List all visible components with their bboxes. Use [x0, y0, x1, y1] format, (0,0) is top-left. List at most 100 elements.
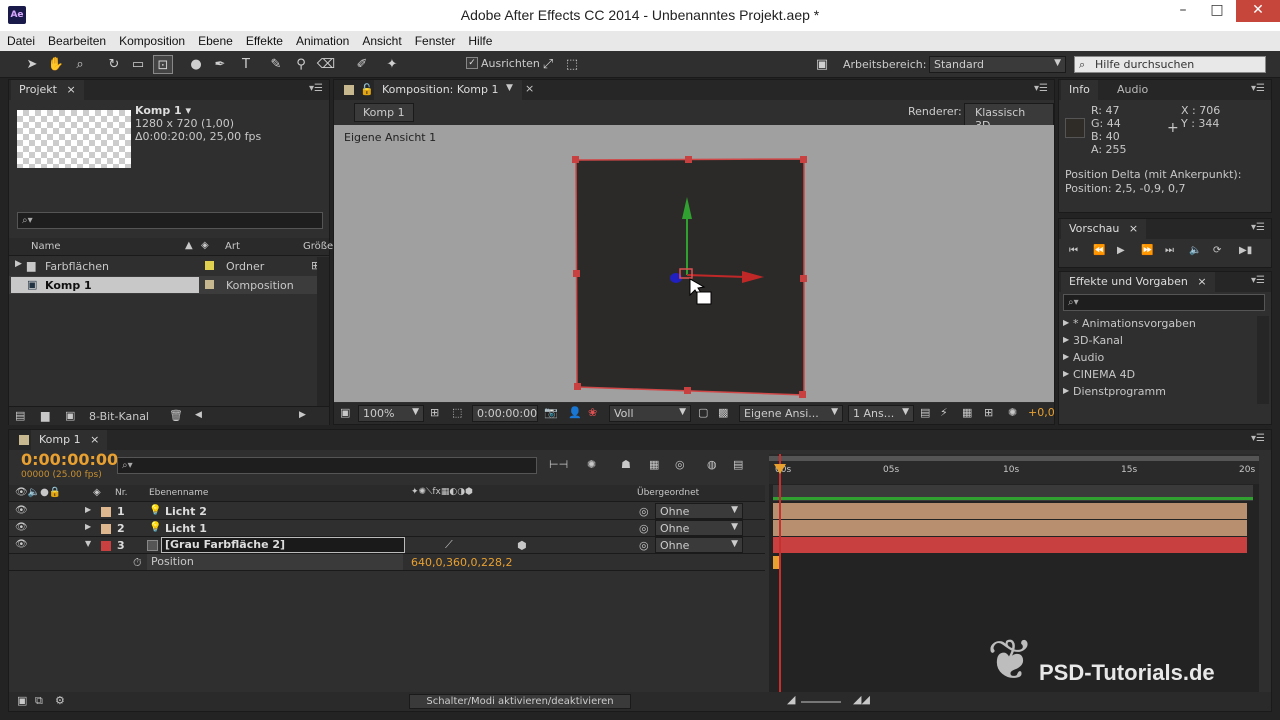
- region-icon[interactable]: ⊞: [430, 406, 439, 419]
- interpret-footage-icon[interactable]: ▤: [15, 409, 25, 422]
- tab-info[interactable]: Info: [1061, 80, 1098, 100]
- close-icon[interactable]: ×: [525, 82, 534, 95]
- expand-icon[interactable]: ▶: [15, 259, 22, 269]
- panel-menu-icon[interactable]: ▾☰: [1251, 222, 1265, 233]
- snap-option2-icon[interactable]: ⬚: [562, 55, 582, 74]
- tab-audio[interactable]: Audio: [1109, 80, 1156, 100]
- layer-label-color[interactable]: [101, 507, 111, 517]
- layer-bar[interactable]: [773, 503, 1247, 519]
- pickwhip-icon[interactable]: ◎: [639, 505, 649, 518]
- work-area-row[interactable]: [773, 485, 1253, 501]
- layer-row[interactable]: 👁 ▶ 2 💡 Licht 1 ◎ Ohne ▼: [9, 520, 765, 537]
- graph-editor-icon[interactable]: ◍: [707, 458, 717, 471]
- layer-name[interactable]: [Grau Farbfläche 2]: [161, 537, 405, 553]
- roto-brush-tool-icon[interactable]: ✐: [352, 55, 372, 74]
- column-ebenenname[interactable]: Ebenenname: [149, 488, 208, 498]
- show-snapshot-icon[interactable]: 👤: [568, 406, 582, 419]
- loop-icon[interactable]: ⟳: [1213, 245, 1221, 256]
- ram-preview-icon[interactable]: ▶▮: [1239, 245, 1252, 256]
- view-dropdown[interactable]: Eigene Ansi... ▼: [739, 405, 843, 422]
- new-comp-icon[interactable]: ▣: [65, 409, 75, 422]
- selection-tool-icon[interactable]: ➤: [22, 55, 42, 74]
- shy-icon[interactable]: ☗: [621, 458, 631, 471]
- project-item-komp1[interactable]: ▣ Komp 1 Komposition: [9, 276, 319, 294]
- text-tool-icon[interactable]: T: [236, 55, 256, 74]
- close-icon[interactable]: ×: [1197, 275, 1206, 288]
- frame-blending-icon[interactable]: ▦: [649, 458, 659, 471]
- view-layout-dropdown[interactable]: 1 Ans... ▼: [848, 405, 914, 422]
- hand-tool-icon[interactable]: ✋: [46, 55, 66, 74]
- layer-name[interactable]: Licht 2: [165, 505, 207, 518]
- camera-tool-icon[interactable]: ▭: [128, 55, 148, 74]
- lock-icon[interactable]: 🔓: [360, 83, 374, 96]
- project-search-input[interactable]: ⌕▾: [17, 212, 323, 229]
- audio-icon[interactable]: 🔈: [1189, 245, 1201, 256]
- menu-effekte[interactable]: Effekte: [239, 31, 289, 48]
- bit-depth-label[interactable]: 8-Bit-Kanal: [89, 410, 149, 423]
- scroll-left-icon[interactable]: ◀: [195, 410, 202, 420]
- effects-item[interactable]: ▶ Audio: [1063, 350, 1253, 367]
- toggle-switches-button[interactable]: Schalter/Modi aktivieren/deaktivieren: [409, 694, 631, 709]
- layer-row[interactable]: 👁 ▶ 1 💡 Licht 2 ◎ Ohne ▼: [9, 503, 765, 520]
- effects-item[interactable]: ▶ Dienstprogramm: [1063, 384, 1253, 401]
- scroll-right-icon[interactable]: ▶: [299, 410, 306, 420]
- exposure-value[interactable]: +0,0: [1028, 406, 1055, 419]
- zoom-tool-icon[interactable]: ⌕: [70, 55, 90, 74]
- flowchart-icon[interactable]: ⊞: [984, 406, 993, 419]
- reset-exposure-icon[interactable]: ✺: [1008, 406, 1017, 419]
- motion-blur-icon[interactable]: ◎: [675, 458, 685, 471]
- label-color-swatch[interactable]: [205, 280, 214, 289]
- timeline-search-input[interactable]: ⌕▾: [117, 457, 537, 474]
- next-frame-icon[interactable]: ⏩: [1141, 245, 1153, 256]
- toggle-pixel-icon[interactable]: ▤: [920, 406, 930, 419]
- eye-icon[interactable]: 👁: [15, 539, 28, 550]
- column-groesse[interactable]: Größe: [303, 241, 333, 252]
- work-area-bar[interactable]: [769, 456, 1259, 461]
- 3d-layer-icon[interactable]: ⬢: [517, 539, 527, 552]
- ausrichten-checkbox[interactable]: ✓: [466, 57, 478, 69]
- stamp-tool-icon[interactable]: ⚲: [291, 55, 311, 74]
- draft-3d-icon[interactable]: ✺: [587, 458, 596, 471]
- menu-ebene[interactable]: Ebene: [191, 31, 239, 48]
- region-of-interest-icon[interactable]: ▢: [698, 406, 708, 419]
- menu-hilfe[interactable]: Hilfe: [461, 31, 498, 48]
- time-ruler[interactable]: 00s 05s 10s 15s 20s: [769, 454, 1259, 484]
- transparency-grid-icon[interactable]: ⬚: [452, 406, 462, 419]
- workspace-dropdown[interactable]: Standard ▼: [929, 56, 1066, 73]
- snapshot-icon[interactable]: 📷: [544, 406, 558, 419]
- tab-effekte[interactable]: Effekte und Vorgaben ×: [1061, 272, 1215, 292]
- menu-ansicht[interactable]: Ansicht: [355, 31, 407, 48]
- ellipse-tool-icon[interactable]: ●: [186, 55, 206, 74]
- tab-vorschau[interactable]: Vorschau ×: [1061, 219, 1147, 239]
- effects-search-input[interactable]: ⌕▾: [1063, 294, 1265, 311]
- fast-preview-icon[interactable]: ⚡: [940, 406, 948, 419]
- label-color-swatch[interactable]: [205, 261, 214, 270]
- eye-icon[interactable]: 👁: [15, 505, 28, 516]
- layer-row[interactable]: 👁 ▼ 3 [Grau Farbfläche 2] ⟋ ⬢ ◎ Ohne ▼: [9, 537, 765, 554]
- comp-mini-flowchart-icon[interactable]: ⊢⊣: [549, 458, 568, 471]
- effects-item[interactable]: ▶ 3D-Kanal: [1063, 333, 1253, 350]
- comp-breadcrumb[interactable]: Komp 1: [354, 103, 414, 122]
- eye-icon[interactable]: 👁: [15, 522, 28, 533]
- pickwhip-icon[interactable]: ◎: [639, 539, 649, 552]
- column-art[interactable]: Art: [225, 241, 240, 252]
- snap-option-icon[interactable]: ⤢: [538, 55, 558, 74]
- play-icon[interactable]: ▶: [1117, 245, 1125, 256]
- rotate-tool-icon[interactable]: ↻: [104, 55, 124, 74]
- effects-item[interactable]: ▶ CINEMA 4D: [1063, 367, 1253, 384]
- parent-dropdown[interactable]: Ohne ▼: [655, 537, 743, 553]
- new-folder-icon[interactable]: ▆: [41, 409, 49, 422]
- zoom-in-icon[interactable]: ◢◢: [853, 693, 870, 706]
- menu-bearbeiten[interactable]: Bearbeiten: [41, 31, 112, 48]
- panel-menu-icon[interactable]: ▾☰: [1034, 83, 1048, 94]
- always-preview-icon[interactable]: ▣: [340, 406, 350, 419]
- chevron-down-icon[interactable]: ▼: [506, 83, 513, 93]
- transfer-controls-icon[interactable]: ⧉: [35, 694, 43, 708]
- zoom-out-icon[interactable]: ◢: [787, 693, 795, 706]
- last-frame-icon[interactable]: ⏭: [1165, 245, 1174, 256]
- trash-icon[interactable]: 🗑: [169, 409, 183, 422]
- expand-icon[interactable]: ▶: [85, 522, 91, 531]
- property-row[interactable]: ⏱ Position 640,0,360,0,228,2: [9, 554, 765, 571]
- parent-dropdown[interactable]: Ohne ▼: [655, 503, 743, 519]
- layer-bar[interactable]: [773, 537, 1247, 553]
